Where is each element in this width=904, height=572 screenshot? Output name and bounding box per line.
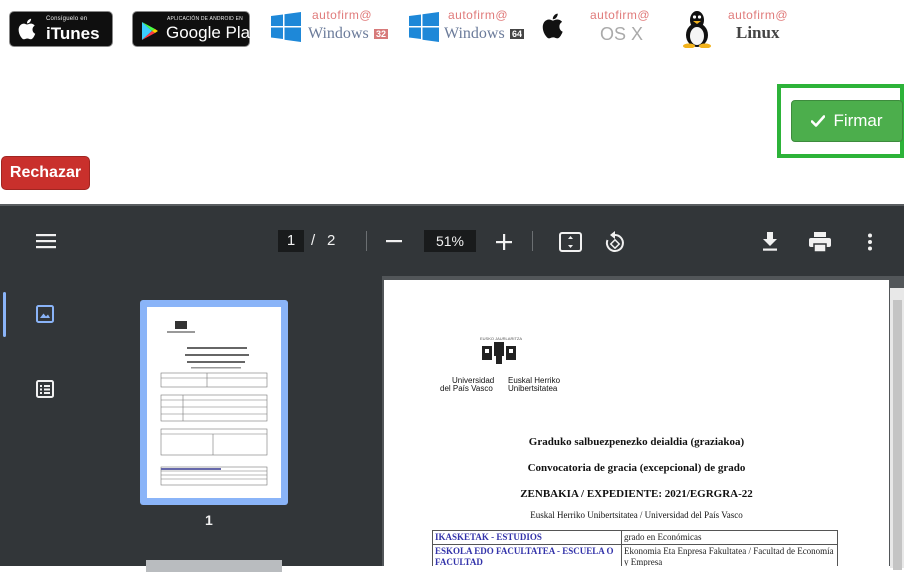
google-play-label: Google Play <box>166 23 259 42</box>
windows32-label: Windows <box>308 25 369 42</box>
sidebar-selected-indicator <box>3 292 6 337</box>
zoom-in-icon[interactable] <box>496 234 512 250</box>
google-play-badge[interactable]: APLICACIÓN DE ANDROID EN Google Play <box>132 11 259 47</box>
windows64-label: Windows <box>444 25 505 42</box>
menu-icon[interactable] <box>36 233 56 249</box>
linux-label: Linux <box>736 23 780 42</box>
toolbar-divider <box>366 231 367 251</box>
page-number-input[interactable]: 1 <box>278 230 304 252</box>
autofirma-windows32-badge[interactable]: autofirm@ Windows 32 <box>270 8 395 54</box>
check-icon <box>811 115 826 127</box>
windows-icon <box>409 12 439 42</box>
print-icon[interactable] <box>809 232 831 252</box>
linux-tux-icon <box>683 11 711 48</box>
play-store-icon <box>142 22 158 40</box>
document-area: EUSKO JAURLARITZA Universidad del País V… <box>382 276 904 566</box>
autofirma-linux-badge[interactable]: autofirm@ Linux <box>678 8 808 54</box>
logo-right-line2: Unibertsitatea <box>508 384 558 393</box>
itunes-badge[interactable]: Consíguelo en iTunes <box>9 11 113 47</box>
document-title-es: Convocatoria de gracia (excepcional) de … <box>527 462 746 474</box>
autofirma-brand: autofirm@ <box>590 8 651 22</box>
thumbnails-icon[interactable] <box>36 305 54 323</box>
table-row: IKASKETAK - ESTUDIOS grado en Económicas <box>432 530 838 545</box>
fit-page-icon[interactable] <box>559 232 582 252</box>
win32-tag: 32 <box>374 29 389 39</box>
zoom-level-input[interactable]: 51% <box>424 230 476 252</box>
apple-icon <box>18 18 36 40</box>
firmar-button[interactable]: Firmar <box>791 100 903 142</box>
download-badges: Consíguelo en iTunes APLICACIÓN DE ANDRO… <box>8 8 808 48</box>
zoom-out-icon[interactable] <box>386 240 402 243</box>
table-row: ESKOLA EDO FACULTATEA - ESCUELA O FACULT… <box>432 544 838 566</box>
thumbnail-page-preview <box>147 307 281 498</box>
page-separator: / <box>311 232 316 249</box>
autofirma-osx-badge[interactable]: autofirm@ OS X <box>540 8 665 54</box>
table-key: ESKOLA EDO FACULTATEA - ESCUELA O FACULT… <box>432 544 622 566</box>
page-thumbnail-1[interactable] <box>140 300 288 505</box>
rotate-icon[interactable] <box>604 231 626 253</box>
windows-icon <box>271 12 301 42</box>
logo-left-line2: del País Vasco <box>440 384 493 393</box>
pdf-viewer: 1 / 2 51% 1 EUSKO JAURLARITZA Universida… <box>0 204 904 572</box>
expediente-info-table: IKASKETAK - ESTUDIOS grado en Económicas… <box>432 530 838 566</box>
osx-label: OS X <box>600 24 644 44</box>
logo-top-text: EUSKO JAURLARITZA <box>480 336 523 341</box>
rechazar-button[interactable]: Rechazar <box>1 156 90 190</box>
google-play-small-text: APLICACIÓN DE ANDROID EN <box>167 16 243 22</box>
thumbnail-page-number: 1 <box>205 512 213 528</box>
pdf-toolbar: 1 / 2 51% <box>0 204 904 276</box>
document-scrollbar-thumb[interactable] <box>893 300 902 570</box>
autofirma-brand: autofirm@ <box>728 8 789 22</box>
download-icon[interactable] <box>762 232 778 252</box>
autofirma-brand: autofirm@ <box>312 8 373 22</box>
table-value: Ekonomia Eta Enpresa Fakultatea / Facult… <box>621 544 838 566</box>
current-page: 1 <box>286 232 296 249</box>
itunes-small-text: Consíguelo en <box>46 16 88 22</box>
toolbar-divider <box>532 231 533 251</box>
document-title-eu: Graduko salbuezpenezko deialdia (graziak… <box>528 436 745 448</box>
document-expediente: ZENBAKIA / EXPEDIENTE: 2021/EGRGRA-22 <box>520 488 753 500</box>
firmar-label: Firmar <box>833 111 883 130</box>
more-vert-icon[interactable] <box>867 233 873 251</box>
outline-icon[interactable] <box>36 380 54 398</box>
autofirma-brand: autofirm@ <box>448 8 509 22</box>
autofirma-windows64-badge[interactable]: autofirm@ Windows 64 <box>408 8 533 54</box>
table-value: grado en Económicas <box>621 530 838 545</box>
win64-tag: 64 <box>510 29 525 39</box>
thumbnail-content <box>160 321 268 486</box>
itunes-label: iTunes <box>46 24 100 43</box>
total-pages: 2 <box>327 232 336 249</box>
apple-icon <box>542 13 563 39</box>
table-key: IKASKETAK - ESTUDIOS <box>432 530 622 545</box>
document-university: Euskal Herriko Unibertsitatea / Universi… <box>530 510 743 520</box>
pdf-page-1: EUSKO JAURLARITZA Universidad del País V… <box>384 280 889 566</box>
page-thumbnail-2[interactable] <box>146 560 282 572</box>
zoom-level: 51% <box>435 233 465 249</box>
rechazar-label: Rechazar <box>9 164 82 181</box>
upv-ehu-logo <box>482 342 516 364</box>
